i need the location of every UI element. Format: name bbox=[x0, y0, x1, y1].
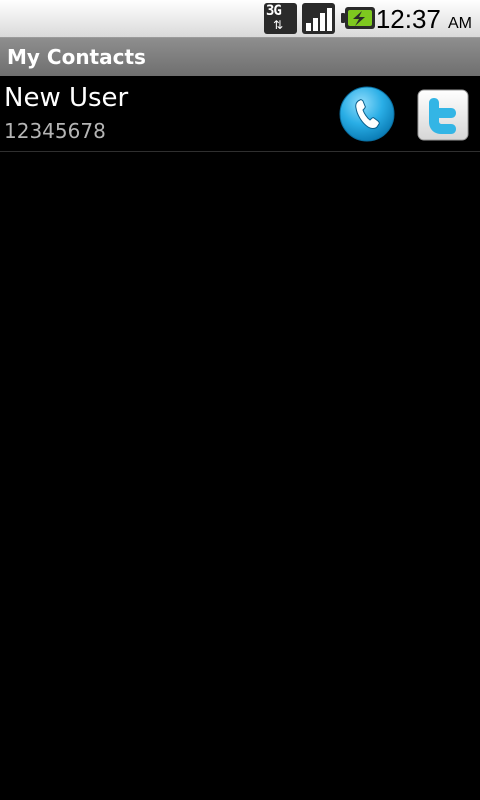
data-arrows-icon: ⇅ bbox=[273, 18, 284, 32]
contact-list: New User 12345678 bbox=[0, 76, 480, 152]
status-clock: 12:37 AM bbox=[376, 4, 472, 34]
network-type-label: 3G bbox=[266, 3, 282, 19]
list-item[interactable]: New User 12345678 bbox=[0, 76, 480, 152]
clock-time: 12:37 bbox=[375, 4, 441, 34]
3g-data-icon: 3G ⇅ bbox=[264, 3, 297, 34]
clock-ampm: AM bbox=[448, 15, 472, 32]
status-bar: 3G ⇅ 12:37 AM bbox=[0, 0, 480, 38]
page-title: My Contacts bbox=[7, 45, 146, 69]
signal-strength-icon bbox=[302, 3, 335, 34]
phone-icon bbox=[339, 86, 395, 142]
contact-number: 12345678 bbox=[4, 119, 106, 143]
title-bar: My Contacts bbox=[0, 38, 480, 76]
call-button[interactable] bbox=[339, 86, 395, 142]
battery-charging-icon bbox=[341, 5, 375, 31]
contact-name: New User bbox=[4, 83, 129, 113]
twitter-icon bbox=[417, 89, 469, 141]
twitter-button[interactable] bbox=[417, 89, 469, 141]
